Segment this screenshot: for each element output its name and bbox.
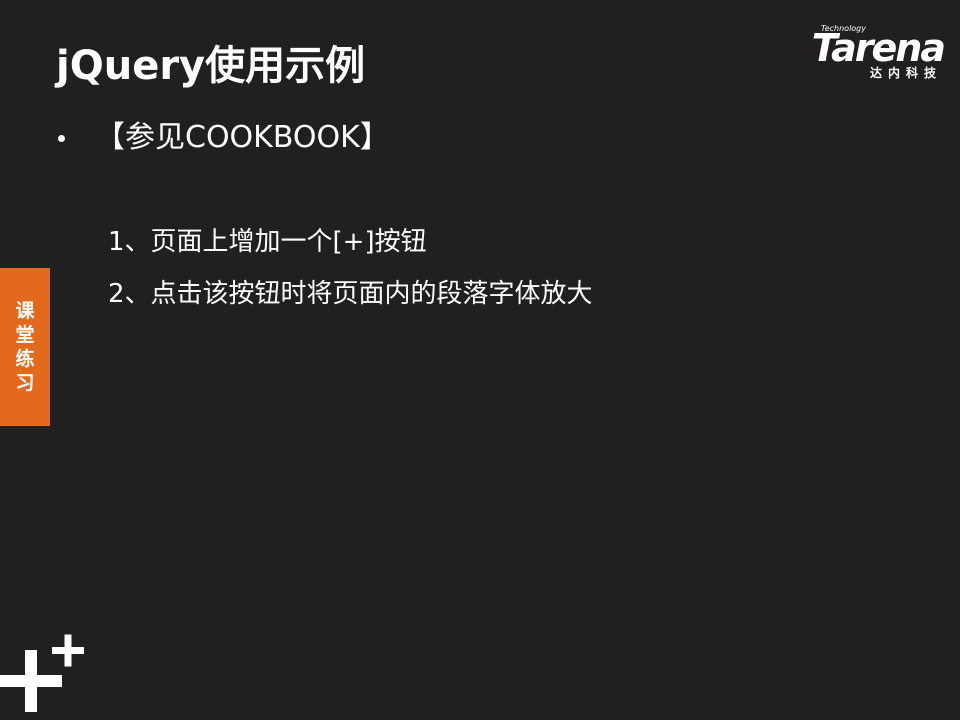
logo-wordmark: Tarena [811,26,946,70]
tarena-logo: Technology Tarena 达内科技 [780,24,946,84]
list-item: 2、点击该按钮时将页面内的段落字体放大 [108,279,593,309]
slide: jQuery使用示例 Technology Tarena 达内科技 【参见COO… [0,0,960,720]
classroom-exercise-tab: 课 堂 练 习 [0,268,50,426]
exercise-list: 1、页面上增加一个[+]按钮 2、点击该按钮时将页面内的段落字体放大 [108,224,593,328]
slide-title: jQuery使用示例 [56,43,366,89]
bullet-text: 【参见COOKBOOK】 [95,120,390,155]
bullet-item: 【参见COOKBOOK】 [58,118,390,158]
list-item: 1、页面上增加一个[+]按钮 [108,227,427,257]
plus-decoration-icon [0,634,84,712]
side-tab-char: 课 [15,300,35,322]
side-tab-char: 练 [15,348,35,370]
bullet-dot-icon [58,134,65,142]
logo-chinese-name: 达内科技 [869,66,942,80]
side-tab-char: 习 [15,372,35,394]
side-tab-char: 堂 [15,324,35,346]
